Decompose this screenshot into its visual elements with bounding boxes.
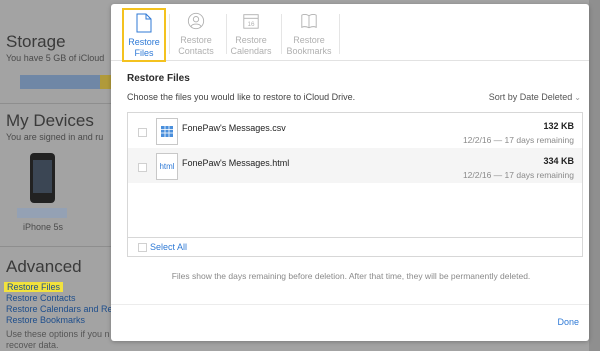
tab-restore-bookmarks[interactable]: Restore Bookmarks [283,8,335,60]
advanced-note: Use these options if you n [6,329,110,339]
divider [0,246,118,247]
file-date-remaining: 12/2/16 — 17 days remaining [462,135,574,145]
file-checkbox[interactable] [138,128,147,137]
device-name: iPhone 5s [23,222,64,232]
tab-bar: Restore Files Restore Contacts 16 Restor… [111,4,589,62]
select-all-checkbox[interactable] [138,243,147,252]
list-item[interactable]: html FonePaw's Messages.html 334 KB 12/2… [128,148,582,183]
advanced-note-2: recover data. [6,340,59,350]
file-name: FonePaw's Messages.csv [182,123,286,133]
settings-column: Storage You have 5 GB of iCloud My Devic… [0,0,118,351]
svg-text:16: 16 [247,21,255,28]
file-name: FonePaw's Messages.html [182,158,290,168]
instructions: Choose the files you would like to resto… [127,92,356,102]
restore-contacts-link[interactable]: Restore Contacts [6,293,76,303]
divider [0,103,118,104]
contact-icon [187,12,205,30]
done-button[interactable]: Done [557,317,579,327]
select-all-bar: Select All [128,237,582,257]
file-checkbox[interactable] [138,163,147,172]
sort-dropdown[interactable]: Sort by Date Deleted ⌄ [489,92,581,102]
divider [339,14,340,54]
calendar-icon: 16 [243,14,259,29]
dialog-title: Restore Files [127,73,190,84]
tab-label: Restore Calendars [230,35,272,56]
spreadsheet-file-icon [156,118,178,145]
divider [111,304,589,305]
restore-files-link[interactable]: Restore Files [4,282,64,292]
sort-label: Sort by Date Deleted [488,92,573,102]
spreadsheet-grid-icon [161,126,173,137]
advanced-heading: Advanced [6,257,82,276]
storage-subtitle: You have 5 GB of iCloud [6,53,105,63]
select-all-link[interactable]: Select All [150,242,187,252]
book-icon [301,14,317,29]
devices-heading: My Devices [6,111,94,130]
deletion-note: Files show the days remaining before del… [171,271,531,281]
file-date-remaining: 12/2/16 — 17 days remaining [462,170,574,180]
file-size: 132 KB [543,121,574,131]
tab-restore-files[interactable]: Restore Files [122,8,166,62]
tab-label: Restore Files [128,37,160,58]
tab-restore-calendars[interactable]: 16 Restore Calendars [225,8,277,60]
chevron-down-icon: ⌄ [574,93,581,102]
tab-label: Restore Bookmarks [286,35,332,56]
list-item[interactable]: FonePaw's Messages.csv 132 KB 12/2/16 — … [128,113,582,148]
document-icon [136,13,152,33]
restore-files-dialog: Restore Files Restore Contacts 16 Restor… [111,4,589,341]
file-list: FonePaw's Messages.csv 132 KB 12/2/16 — … [127,112,583,257]
phone-screen [33,160,52,193]
restore-calendars-link[interactable]: Restore Calendars and Re [6,304,113,314]
html-file-icon: html [156,153,178,180]
page-edge [589,0,600,351]
restore-bookmarks-link[interactable]: Restore Bookmarks [6,315,85,325]
file-size: 334 KB [543,156,574,166]
devices-subtitle: You are signed in and ru [6,132,104,142]
tab-label: Restore Contacts [178,35,214,56]
iphone-device-icon[interactable] [30,153,55,203]
tab-restore-contacts[interactable]: Restore Contacts [170,8,222,60]
storage-heading: Storage [6,32,66,51]
blurred-device-label [17,208,67,218]
html-icon-text: html [159,162,175,171]
